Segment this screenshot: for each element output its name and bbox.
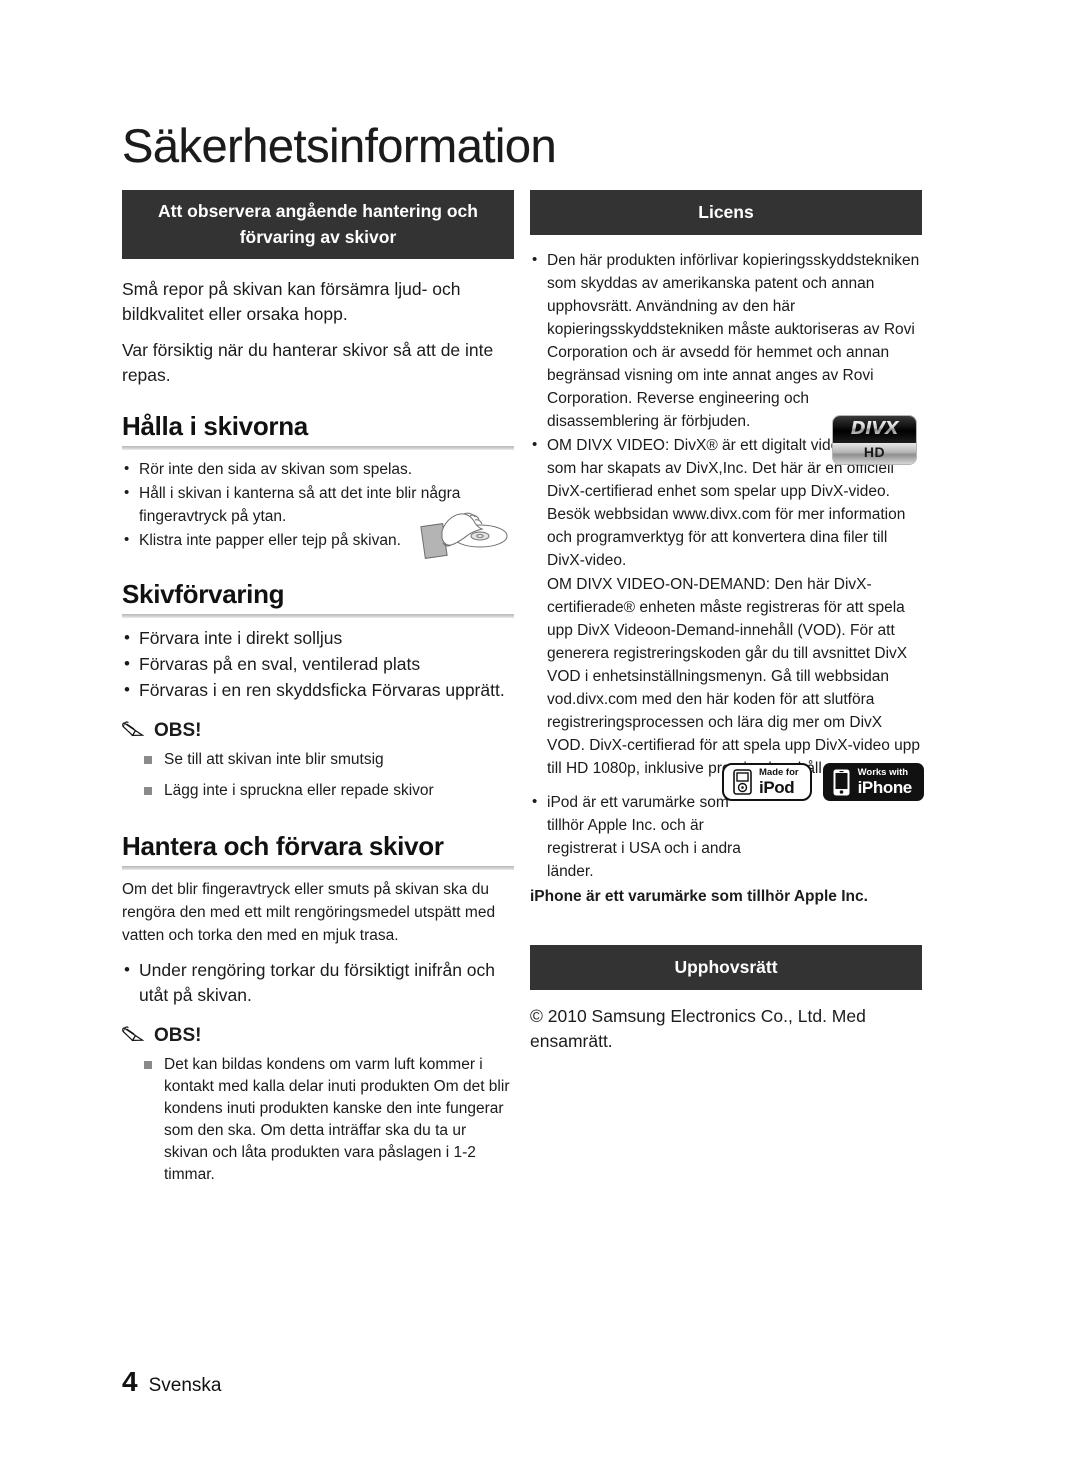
right-column: Licens Den här produkten införlivar kopi… bbox=[530, 190, 922, 1065]
list-item: Under rengöring torkar du försiktigt ini… bbox=[122, 957, 514, 1008]
note-header: OBS! bbox=[122, 1026, 514, 1045]
divx-logo-top: DIVX bbox=[833, 416, 916, 443]
care-paragraph: Om det blir fingeravtryck eller smuts på… bbox=[122, 881, 496, 944]
list-item: Det kan bildas kondens om varm luft komm… bbox=[144, 1054, 514, 1186]
banner-handling-storage: Att observera angående hantering och för… bbox=[122, 190, 514, 259]
list-item: iPod är ett varumärke som tillhör Apple … bbox=[530, 790, 752, 883]
iphone-badge-text: Works with iPhone bbox=[857, 767, 913, 797]
works-with-iphone-badge-icon: Works with iPhone bbox=[822, 763, 924, 801]
divx-hd-logo-icon: DIVX HD bbox=[833, 416, 916, 464]
iphone-badge-big: iPhone bbox=[857, 777, 913, 797]
hand-holding-disc-icon bbox=[418, 503, 514, 563]
pencil-icon bbox=[122, 1026, 148, 1045]
divx-logo-hd: HD bbox=[863, 444, 886, 460]
list-item: Förvaras i en ren skyddsficka Förvaras u… bbox=[122, 677, 514, 703]
note-block-storage: OBS! Se till att skivan inte blir smutsi… bbox=[122, 721, 514, 802]
iphone-badge-small: Works with bbox=[857, 767, 909, 779]
manual-page: Säkerhetsinformation Att observera angåe… bbox=[0, 0, 1080, 1479]
intro-paragraph-1: Små repor på skivan kan försämra ljud- o… bbox=[122, 279, 461, 324]
made-for-ipod-badge-icon: Made for iPod bbox=[722, 763, 812, 801]
list-item: Lägg inte i spruckna eller repade skivor bbox=[144, 780, 514, 802]
section-heading-care: Hantera och förvara skivor bbox=[122, 831, 444, 861]
divx-logo-word: DIVX bbox=[833, 418, 916, 439]
ipod-badge-text: Made for iPod bbox=[759, 768, 799, 796]
banner-copyright: Upphovsrätt bbox=[530, 945, 922, 990]
section-heading-storage: Skivförvaring bbox=[122, 579, 285, 609]
apple-bullet-list: iPod är ett varumärke som tillhör Apple … bbox=[530, 790, 922, 883]
copyright-text: © 2010 Samsung Electronics Co., Ltd. Med… bbox=[530, 1006, 866, 1051]
note-label: OBS! bbox=[154, 720, 202, 741]
care-bullet-list: Under rengöring torkar du försiktigt ini… bbox=[122, 957, 514, 1008]
license-bullet-list: Den här produkten införlivar kopieringss… bbox=[530, 248, 922, 572]
ipod-badge-small: Made for bbox=[759, 767, 799, 779]
list-item: Förvara inte i direkt solljus bbox=[122, 625, 514, 651]
section-heading-handling: Hålla i skivorna bbox=[122, 411, 308, 441]
pencil-icon bbox=[122, 721, 148, 740]
divx-vod-paragraph: OM DIVX VIDEO-ON-DEMAND: Den här DivX-ce… bbox=[547, 576, 921, 777]
divx-logo-bottom: HD bbox=[833, 443, 916, 464]
heading-rule bbox=[122, 614, 514, 618]
note-label: OBS! bbox=[154, 1025, 202, 1046]
page-language: Svenska bbox=[148, 1375, 222, 1396]
note-block-care: OBS! Det kan bildas kondens om varm luft… bbox=[122, 1026, 514, 1186]
iphone-device-icon bbox=[833, 769, 850, 795]
page-footer: 4 Svenska bbox=[122, 1366, 221, 1398]
list-item: Se till att skivan inte blir smutsig bbox=[144, 749, 514, 771]
apple-compatibility-badges: Made for iPod Works with iPhone bbox=[722, 763, 924, 801]
note-header: OBS! bbox=[122, 721, 514, 740]
banner-license: Licens bbox=[530, 190, 922, 235]
list-item: Förvaras på en sval, ventilerad plats bbox=[122, 651, 514, 677]
iphone-trademark-note: iPhone är ett varumärke som tillhör Appl… bbox=[530, 888, 868, 905]
storage-bullet-list: Förvara inte i direkt solljus Förvaras p… bbox=[122, 625, 514, 703]
list-item: Den här produkten införlivar kopieringss… bbox=[530, 248, 922, 433]
intro-paragraph-2: Var försiktig när du hanterar skivor så … bbox=[122, 340, 494, 385]
heading-rule bbox=[122, 446, 514, 450]
note-item-list: Det kan bildas kondens om varm luft komm… bbox=[122, 1054, 514, 1186]
ipod-badge-big: iPod bbox=[759, 777, 795, 797]
page-title: Säkerhetsinformation bbox=[122, 119, 557, 172]
heading-rule bbox=[122, 866, 514, 870]
note-item-list: Se till att skivan inte blir smutsig Läg… bbox=[122, 749, 514, 802]
page-number: 4 bbox=[122, 1366, 138, 1397]
ipod-device-icon bbox=[733, 769, 752, 795]
left-column: Att observera angående hantering och för… bbox=[122, 190, 514, 1195]
list-item: Rör inte den sida av skivan som spelas. bbox=[122, 457, 514, 481]
